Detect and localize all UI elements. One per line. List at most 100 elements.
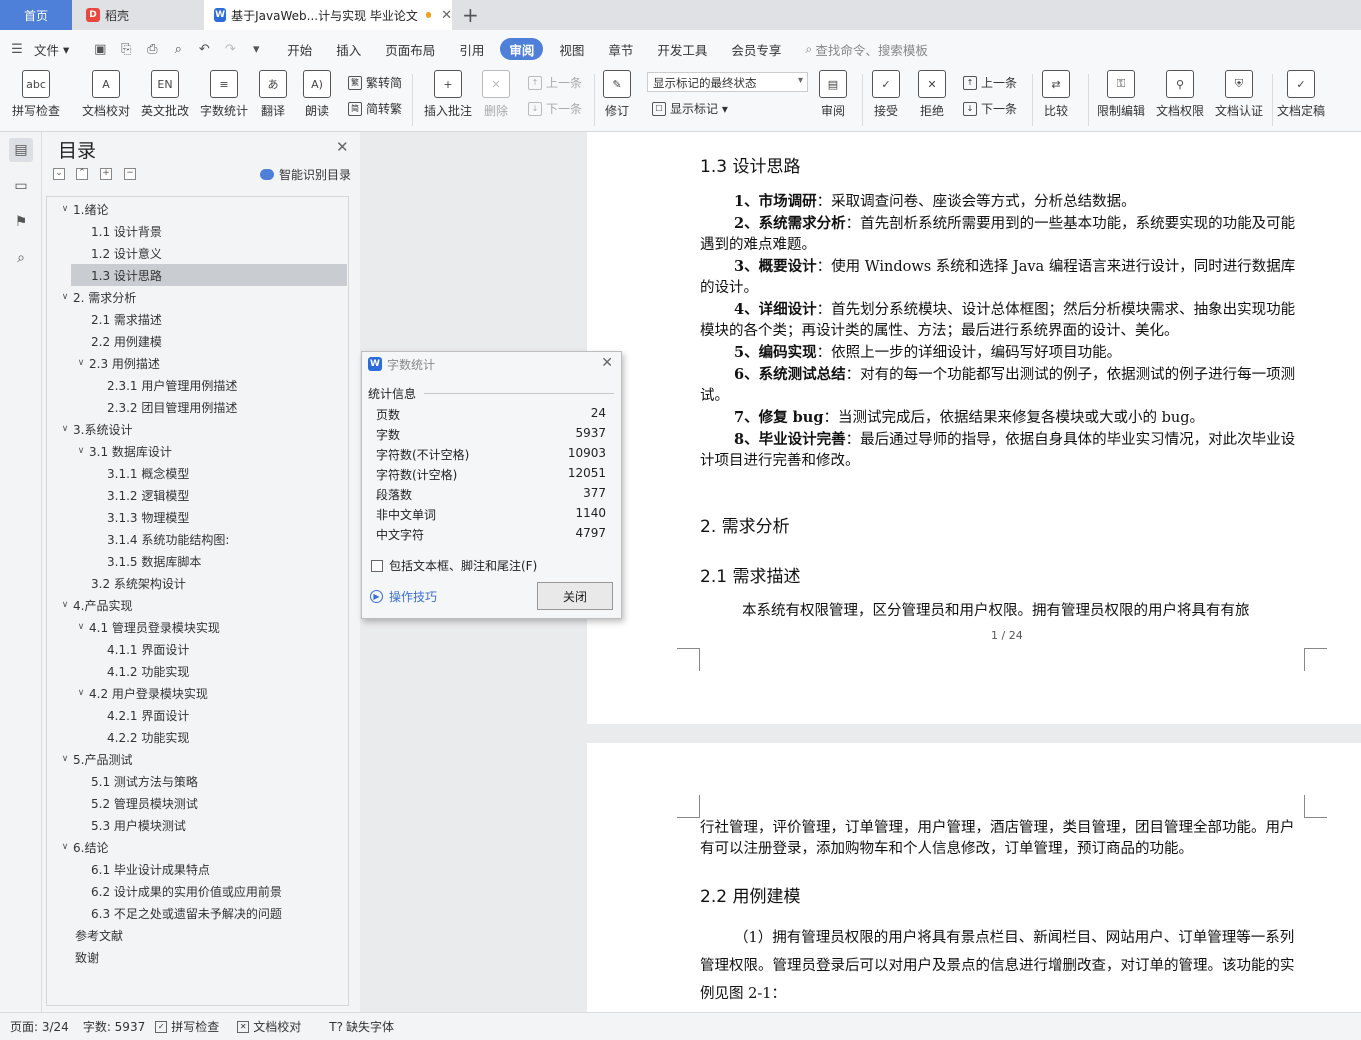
- redo-icon[interactable]: ↷: [217, 42, 243, 57]
- status-missing-font[interactable]: T? 缺失字体: [329, 1018, 394, 1035]
- toc-item[interactable]: 1.3 设计思路: [71, 264, 347, 286]
- word-count-button[interactable]: ≡ 字数统计: [200, 70, 248, 119]
- doc-rights-button[interactable]: ⚲ 文档权限: [1156, 70, 1204, 119]
- revise-button[interactable]: ✎ 修订: [603, 70, 631, 119]
- toc-item[interactable]: ∨ 3.1 数据库设计: [47, 440, 348, 462]
- tab-home[interactable]: 首页: [0, 0, 72, 30]
- toc-item[interactable]: 2.3.1 用户管理用例描述: [47, 374, 348, 396]
- toc-item[interactable]: 3.1.1 概念模型: [47, 462, 348, 484]
- review-pane-button[interactable]: ▤ 审阅: [819, 70, 847, 119]
- toc-item[interactable]: ∨ 2. 需求分析: [47, 286, 348, 308]
- toc-item[interactable]: 5.2 管理员模块测试: [47, 792, 348, 814]
- doc-cert-button[interactable]: ⛨ 文档认证: [1215, 70, 1263, 119]
- tips-link[interactable]: ▶ 操作技巧: [370, 588, 437, 605]
- menu-start[interactable]: 开始: [275, 38, 324, 60]
- show-markup-button[interactable]: ☐ 显示标记 ▾: [652, 100, 728, 117]
- menu-file[interactable]: 文件 ▾: [30, 38, 73, 60]
- find-icon[interactable]: ⌕: [9, 246, 33, 270]
- toc-item[interactable]: 3.1.4 系统功能结构图:: [47, 528, 348, 550]
- doc-proof-button[interactable]: A 文档校对: [82, 70, 130, 119]
- simp-to-trad-button[interactable]: 简简转繁: [348, 100, 402, 117]
- toc-item[interactable]: 6.1 毕业设计成果特点: [47, 858, 348, 880]
- command-search[interactable]: ⌕ 查找命令、搜索模板: [793, 38, 940, 60]
- prev-comment-button[interactable]: ↑ 上一条: [528, 74, 582, 91]
- chevron-down-icon[interactable]: ∨: [59, 600, 71, 610]
- tab-close-icon[interactable]: ✕: [441, 8, 452, 23]
- toc-item[interactable]: ∨ 5.产品测试: [47, 748, 348, 770]
- status-doc-proof[interactable]: ✕ 文档校对: [237, 1018, 301, 1035]
- menu-chapter[interactable]: 章节: [596, 38, 645, 60]
- delete-comment-button[interactable]: ✕ 删除: [482, 70, 510, 119]
- reject-button[interactable]: ✕ 拒绝: [918, 70, 946, 119]
- chevron-down-icon[interactable]: ∨: [75, 688, 87, 698]
- export-icon[interactable]: ⎘: [113, 42, 139, 57]
- menu-review[interactable]: 审阅: [500, 38, 544, 60]
- close-button[interactable]: 关闭: [537, 582, 613, 610]
- status-spell-check[interactable]: ✓ 拼写检查: [155, 1018, 219, 1035]
- toc-item[interactable]: ∨ 3.系统设计: [47, 418, 348, 440]
- dialog-close-icon[interactable]: ✕: [601, 355, 613, 371]
- toc-item[interactable]: ∨ 6.结论: [47, 836, 348, 858]
- chevron-down-icon[interactable]: ∨: [75, 446, 87, 456]
- remove-heading-icon[interactable]: −: [124, 168, 136, 180]
- next-change-button[interactable]: ↓ 下一条: [963, 100, 1017, 117]
- chevron-down-icon[interactable]: ∨: [59, 292, 71, 302]
- chevron-down-icon[interactable]: ∨: [75, 622, 87, 632]
- menu-member[interactable]: 会员专享: [719, 38, 793, 60]
- trad-to-simp-button[interactable]: 繁繁转简: [348, 74, 402, 91]
- status-page[interactable]: 页面: 3/24: [10, 1018, 69, 1035]
- menu-references[interactable]: 引用: [447, 38, 496, 60]
- toc-item[interactable]: 4.1.1 界面设计: [47, 638, 348, 660]
- bookmark-icon[interactable]: ⚑: [9, 210, 33, 234]
- toc-item[interactable]: ∨ 2.3 用例描述: [47, 352, 348, 374]
- hamburger-icon[interactable]: ☰: [4, 42, 30, 57]
- toc-item[interactable]: 5.3 用户模块测试: [47, 814, 348, 836]
- chevron-down-icon[interactable]: ∨: [59, 204, 71, 214]
- menu-view[interactable]: 视图: [547, 38, 596, 60]
- collapse-all-icon[interactable]: ⌄: [53, 168, 65, 180]
- smart-toc-button[interactable]: 智能识别目录: [260, 166, 351, 183]
- toc-item[interactable]: 5.1 测试方法与策略: [47, 770, 348, 792]
- toc-item[interactable]: 3.2 系统架构设计: [47, 572, 348, 594]
- toc-item[interactable]: 6.2 设计成果的实用价值或应用前景: [47, 880, 348, 902]
- translate-button[interactable]: あ翻译: [259, 70, 287, 119]
- spell-check-button[interactable]: abc 拼写检查: [12, 70, 60, 119]
- toc-item[interactable]: 1.1 设计背景: [47, 220, 348, 242]
- print-preview-icon[interactable]: ⌕: [165, 42, 191, 57]
- toc-item[interactable]: 参考文献: [47, 924, 348, 946]
- status-words[interactable]: 字数: 5937: [83, 1018, 145, 1035]
- dialog-title-bar[interactable]: W 字数统计: [362, 352, 621, 376]
- nav-close-icon[interactable]: ✕: [336, 138, 349, 156]
- toc-item[interactable]: 4.2.1 界面设计: [47, 704, 348, 726]
- undo-icon[interactable]: ↶: [191, 42, 217, 57]
- toc-item[interactable]: ∨ 1.绪论: [47, 198, 348, 220]
- chapter-nav-icon[interactable]: ▭: [9, 174, 33, 198]
- toc-item[interactable]: ∨ 4.产品实现: [47, 594, 348, 616]
- next-comment-button[interactable]: ↓ 下一条: [528, 100, 582, 117]
- chevron-down-icon[interactable]: ∨: [59, 754, 71, 764]
- toc-item[interactable]: 3.1.5 数据库脚本: [47, 550, 348, 572]
- english-review-button[interactable]: EN 英文批改: [141, 70, 189, 119]
- read-aloud-button[interactable]: A) 朗读: [303, 70, 331, 119]
- toc-icon[interactable]: ▤: [9, 138, 33, 162]
- toc-item[interactable]: 致谢: [47, 946, 348, 968]
- accept-button[interactable]: ✓ 接受: [872, 70, 900, 119]
- doc-final-button[interactable]: ✓ 文档定稿: [1277, 70, 1325, 119]
- toc-item[interactable]: 3.1.2 逻辑模型: [47, 484, 348, 506]
- menu-dev-tools[interactable]: 开发工具: [645, 38, 719, 60]
- toc-item[interactable]: ∨ 4.1 管理员登录模块实现: [47, 616, 348, 638]
- quick-access-more-icon[interactable]: ▾: [243, 42, 269, 57]
- toc-item[interactable]: 4.2.2 功能实现: [47, 726, 348, 748]
- chevron-down-icon[interactable]: ∨: [59, 842, 71, 852]
- toc-item[interactable]: 2.1 需求描述: [47, 308, 348, 330]
- print-icon[interactable]: ⎙: [139, 42, 165, 57]
- save-icon[interactable]: ▣: [87, 42, 113, 57]
- toc-item[interactable]: 2.2 用例建模: [47, 330, 348, 352]
- toc-item[interactable]: 2.3.2 团目管理用例描述: [47, 396, 348, 418]
- tab-document[interactable]: W 基于JavaWeb...计与实现 毕业论文 ✕: [204, 0, 452, 30]
- insert-comment-button[interactable]: + 插入批注: [424, 70, 472, 119]
- prev-change-button[interactable]: ↑ 上一条: [963, 74, 1017, 91]
- chevron-down-icon[interactable]: ∨: [59, 424, 71, 434]
- add-heading-icon[interactable]: +: [100, 168, 112, 180]
- menu-layout[interactable]: 页面布局: [373, 38, 447, 60]
